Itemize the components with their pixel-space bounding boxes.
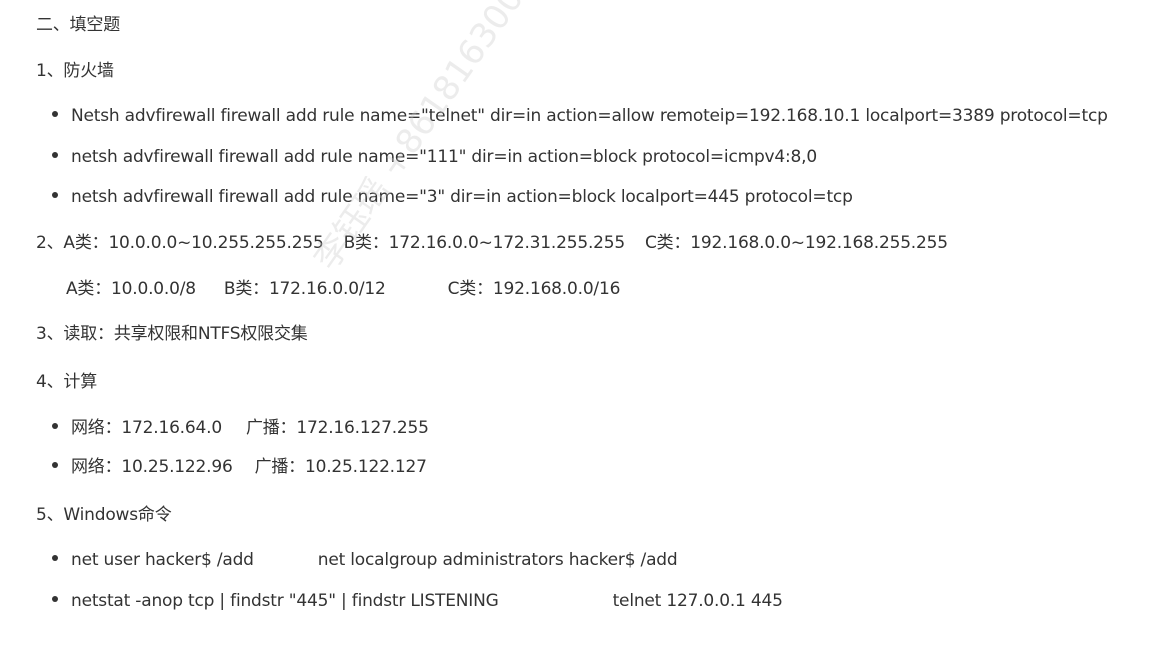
list-item: netsh advfirewall firewall add rule name… xyxy=(52,145,817,169)
command-text: net user hacker$ /add xyxy=(71,550,254,570)
bullet-icon xyxy=(52,596,58,602)
bullet-icon xyxy=(52,462,58,468)
q2-b-range: B类：172.16.0.0~172.31.255.255 xyxy=(343,233,626,253)
list-item: 网络：172.16.64.0 广播：172.16.127.255 xyxy=(52,416,429,440)
list-item: netsh advfirewall firewall add rule name… xyxy=(52,185,853,209)
list-item: Netsh advfirewall firewall add rule name… xyxy=(52,104,1108,128)
section-title: 二、填空题 xyxy=(36,15,120,35)
firewall-rule-text: netsh advfirewall firewall add rule name… xyxy=(71,147,817,167)
q1-title: 1、防火墙 xyxy=(36,61,114,81)
q2-c-cidr: C类：192.168.0.0/16 xyxy=(447,279,621,299)
firewall-rule-text: netsh advfirewall firewall add rule name… xyxy=(71,187,853,207)
list-item: 网络：10.25.122.96 广播：10.25.122.127 xyxy=(52,455,427,479)
network-text: 网络：172.16.64.0 xyxy=(71,418,222,438)
q2-a-cidr: A类：10.0.0.0/8 xyxy=(66,279,196,299)
broadcast-text: 广播：172.16.127.255 xyxy=(245,418,429,438)
bullet-icon xyxy=(52,111,58,117)
q5-title: 5、Windows命令 xyxy=(36,505,172,525)
command-text: netstat -anop tcp | findstr "445" | find… xyxy=(71,591,499,611)
command-text: telnet 127.0.0.1 445 xyxy=(612,591,783,611)
q2-c-range: C类：192.168.0.0~192.168.255.255 xyxy=(645,233,948,253)
firewall-rule-text: Netsh advfirewall firewall add rule name… xyxy=(71,106,1108,126)
q2-line: 2、A类：10.0.0.0~10.255.255.255 B类：172.16.0.… xyxy=(36,231,948,255)
q3-title: 3、读取：共享权限和NTFS权限交集 xyxy=(36,324,308,344)
q4-title: 4、计算 xyxy=(36,372,98,392)
bullet-icon xyxy=(52,152,58,158)
command-text: net localgroup administrators hacker$ /a… xyxy=(317,550,678,570)
bullet-icon xyxy=(52,555,58,561)
broadcast-text: 广播：10.25.122.127 xyxy=(254,457,427,477)
q2-cidr-line: A类：10.0.0.0/8 B类：172.16.0.0/12 C类：192.168.… xyxy=(66,277,620,301)
list-item: netstat -anop tcp | findstr "445" | find… xyxy=(52,589,783,613)
q2-b-cidr: B类：172.16.0.0/12 xyxy=(223,279,386,299)
q2-a-range: 2、A类：10.0.0.0~10.255.255.255 xyxy=(36,233,324,253)
bullet-icon xyxy=(52,423,58,429)
list-item: net user hacker$ /add net localgroup admi… xyxy=(52,548,678,572)
network-text: 网络：10.25.122.96 xyxy=(71,457,233,477)
bullet-icon xyxy=(52,192,58,198)
document-body: 二、填空题 1、防火墙 Netsh advfirewall firewall a… xyxy=(0,0,1168,645)
